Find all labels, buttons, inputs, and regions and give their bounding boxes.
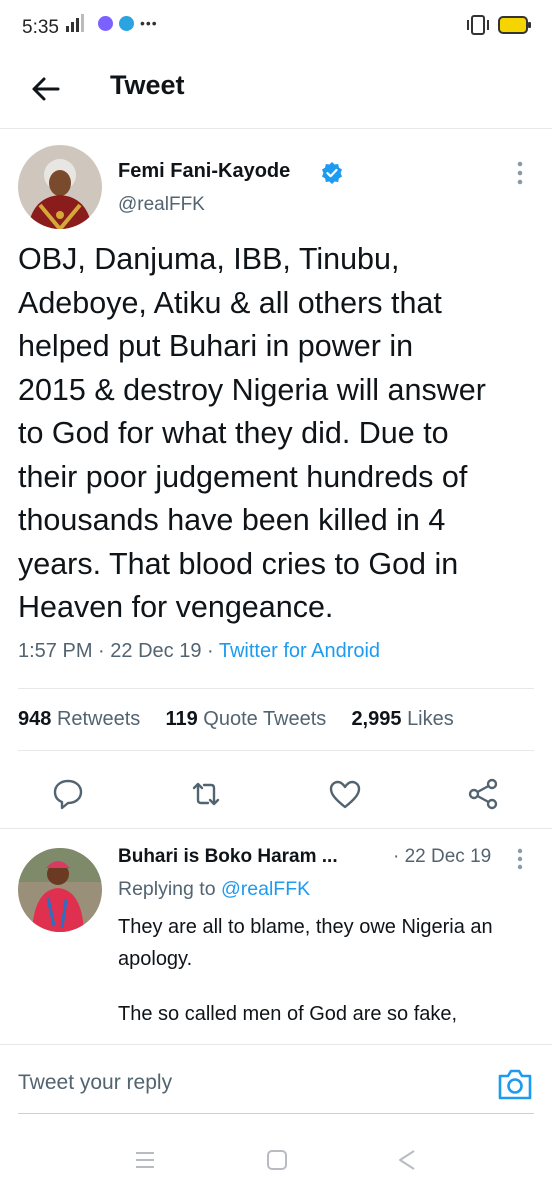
likes-label: Likes [407, 708, 454, 730]
actions-divider [0, 828, 552, 829]
reply-more-options-icon[interactable] [512, 846, 528, 872]
tweet-source-link[interactable]: Twitter for Android [219, 640, 380, 662]
more-options-icon[interactable] [510, 158, 530, 188]
tweet-text-line: their poor judgement hundreds of [18, 459, 468, 494]
author-avatar[interactable] [18, 145, 102, 229]
page-title: Tweet [110, 70, 185, 100]
reply-date-text: 22 Dec 19 [404, 846, 492, 867]
meta-separator: · [207, 640, 219, 662]
more-notifications-icon: ••• [140, 15, 158, 31]
replying-to-label: Replying to [118, 878, 216, 900]
camera-icon[interactable] [496, 1066, 534, 1102]
reply-input[interactable]: Tweet your reply [18, 1071, 172, 1095]
share-icon[interactable] [465, 776, 501, 812]
header-divider [0, 128, 552, 129]
telegram-icon [119, 15, 134, 31]
vibrate-icon [467, 15, 489, 35]
author-handle[interactable]: @realFFK [118, 194, 205, 216]
tweet-text: OBJ, Danjuma, IBB, Tinubu, Adeboye, Atik… [18, 238, 538, 630]
retweets-stat[interactable]: 948 Retweets [18, 708, 140, 730]
signal-icon [66, 14, 84, 32]
system-nav-bar [0, 1128, 552, 1196]
verified-badge-icon [322, 162, 342, 184]
reply-text: They are all to blame, they owe Nigeria … [118, 916, 493, 970]
reply-date: · 22 Dec 19 [393, 846, 491, 868]
retweets-label: Retweets [56, 708, 141, 730]
reply-text-continued: The so called men of God are so fake, [118, 1003, 458, 1025]
quotes-stat[interactable]: 119 Quote Tweets [165, 708, 326, 730]
home-icon[interactable] [266, 1149, 288, 1171]
tweet-text-line: helped put Buhari in power in [18, 329, 414, 363]
likes-stat[interactable]: 2,995 Likes [351, 708, 453, 730]
messenger-icon [98, 15, 113, 31]
tweet-text-line: Adeboye, Atiku & all others that [18, 285, 442, 320]
tweet-text-line: Heaven for vengeance. [18, 590, 334, 624]
replying-to-handle[interactable]: @realFFK [221, 878, 310, 900]
replying-to: Replying to @realFFK [118, 878, 310, 901]
author-name[interactable]: Femi Fani-Kayode [118, 160, 290, 183]
quotes-count: 119 [165, 708, 198, 730]
retweet-icon[interactable] [188, 776, 224, 812]
reply-input-underline [18, 1113, 534, 1114]
reply-icon[interactable] [50, 776, 86, 812]
meta-separator: · [393, 846, 405, 867]
meta-divider [18, 688, 534, 689]
reply-author-name[interactable]: Buhari is Boko Haram ... [118, 846, 338, 868]
tweet-text-line: to God for what they did. Due to [18, 416, 449, 450]
tweet-date: 22 Dec 19 [110, 640, 202, 662]
author-name-text: Femi Fani-Kayode [118, 160, 291, 182]
likes-count: 2,995 [351, 708, 402, 730]
meta-separator: · [98, 640, 111, 662]
tweet-meta: 1:57 PM · 22 Dec 19 · Twitter for Androi… [18, 640, 380, 663]
back-arrow-icon[interactable] [28, 72, 62, 106]
status-bar: 5:35 ••• [0, 0, 552, 56]
status-time: 5:35 [22, 17, 59, 38]
like-heart-icon[interactable] [327, 777, 363, 813]
quotes-label: Quote Tweets [203, 708, 327, 730]
tweet-text-line: years. That blood cries to God in [18, 546, 459, 581]
status-right [464, 14, 532, 36]
retweets-count: 948 [18, 708, 52, 730]
reply-author-avatar[interactable] [18, 848, 102, 932]
tweet-text-line: 2015 & destroy Nigeria will answer [18, 372, 486, 407]
back-nav-icon[interactable] [396, 1148, 418, 1172]
stats-divider [18, 750, 534, 751]
tweet-text-line: thousands have been killed in 4 [18, 503, 446, 537]
tweet-time: 1:57 PM [18, 640, 93, 662]
tweet-stats: 948 Retweets 119 Quote Tweets 2,995 Like… [18, 708, 454, 731]
battery-icon [498, 16, 531, 34]
status-icons: ••• [66, 14, 158, 32]
recent-apps-icon[interactable] [134, 1150, 156, 1170]
tweet-text-line: OBJ, Danjuma, IBB, Tinubu, [18, 242, 400, 276]
